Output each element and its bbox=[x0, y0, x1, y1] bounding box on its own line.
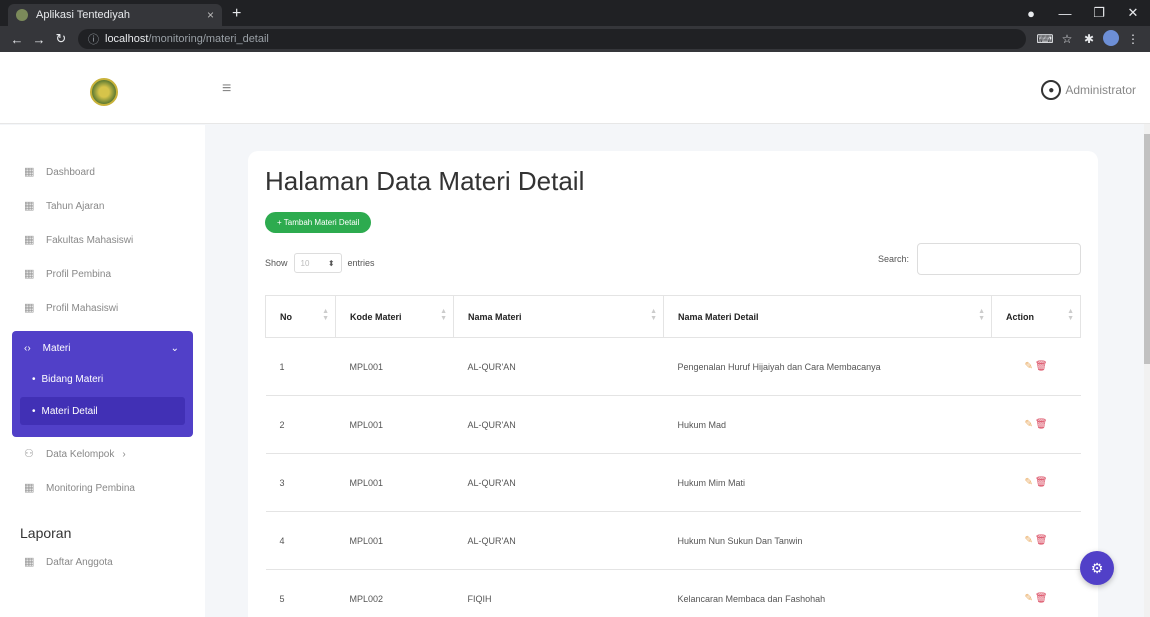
grid-icon: ▦ bbox=[24, 200, 35, 212]
user-avatar-icon: ● bbox=[1041, 80, 1062, 100]
table-row: 5 MPL002 FIQIH Kelancaran Membaca dan Fa… bbox=[265, 569, 1081, 617]
add-materi-detail-button[interactable]: + Tambah Materi Detail bbox=[265, 212, 372, 233]
sidebar-item-profil-mahasiswi[interactable]: ▦ Profil Mahasiswi bbox=[0, 291, 205, 325]
trash-icon[interactable]: 🗑 bbox=[1035, 593, 1048, 604]
grid-icon: ▦ bbox=[24, 302, 35, 314]
sidebar-item-dashboard[interactable]: ▦ Dashboard bbox=[0, 155, 205, 189]
sort-icon: ▲ ▼ bbox=[322, 308, 329, 322]
sidebar: ▦ Dashboard ▦ Tahun Ajaran ▦ Fakultas Ma… bbox=[0, 125, 205, 617]
entries-select[interactable]: 10 ⬍ bbox=[293, 253, 342, 273]
sidebar-item-tahun-ajaran[interactable]: ▦ Tahun Ajaran bbox=[0, 189, 205, 223]
page-scrollbar[interactable] bbox=[1144, 124, 1150, 617]
url-path: /monitoring/materi_detail bbox=[148, 33, 269, 45]
column-header-detail[interactable]: Nama Materi Detail ▲ ▼ bbox=[663, 295, 992, 338]
url-host: localhost bbox=[105, 33, 149, 45]
browser-extensions: ⌨ ☆ ✱ ⋮ bbox=[1034, 29, 1144, 49]
reload-icon[interactable]: ↻ bbox=[50, 31, 72, 47]
back-icon[interactable]: ← bbox=[6, 32, 28, 47]
app-logo bbox=[90, 78, 118, 106]
gear-icon: ⚙ bbox=[1090, 559, 1104, 576]
address-bar[interactable]: ⓘ localhost /monitoring/materi_detail bbox=[78, 29, 1026, 49]
sidebar-subitem-bidang-materi[interactable]: • Bidang Materi bbox=[20, 365, 185, 393]
edit-icon[interactable]: ✎ bbox=[1024, 593, 1032, 604]
materi-detail-table: No ▲ ▼ Kode Materi ▲ ▼ Nama Materi ▲ ▼ Nama Ma… bbox=[265, 295, 1081, 617]
table-header-row: No ▲ ▼ Kode Materi ▲ ▼ Nama Materi ▲ ▼ Nama Ma… bbox=[265, 295, 1081, 338]
tab-close-icon[interactable]: × bbox=[207, 8, 214, 22]
code-icon: ‹› bbox=[24, 342, 31, 354]
column-header-no[interactable]: No ▲ ▼ bbox=[265, 295, 336, 338]
edit-icon[interactable]: ✎ bbox=[1024, 535, 1032, 546]
content-card: Halaman Data Materi Detail + Tambah Mate… bbox=[248, 151, 1098, 617]
sort-icon: ▲ ▼ bbox=[440, 308, 447, 322]
site-info-icon[interactable]: ⓘ bbox=[88, 31, 99, 47]
translate-icon[interactable]: ⌨ bbox=[1034, 32, 1056, 46]
grid-icon: ▦ bbox=[24, 482, 35, 494]
browser-tab[interactable]: Aplikasi Tentediyah × bbox=[8, 4, 222, 26]
show-label: Show bbox=[265, 258, 288, 268]
new-tab-button[interactable]: + bbox=[232, 5, 241, 23]
grid-icon: ▦ bbox=[24, 556, 35, 568]
grid-icon: ▦ bbox=[24, 234, 35, 246]
search-input[interactable] bbox=[917, 243, 1081, 275]
window-controls: ● — ❐ ✕ bbox=[1014, 0, 1150, 26]
table-controls: Show 10 ⬍ entries Search: bbox=[265, 241, 1081, 281]
tab-title: Aplikasi Tentediyah bbox=[36, 9, 130, 21]
table-row: 2 MPL001 AL-QUR'AN Hukum Mad ✎ 🗑 bbox=[265, 395, 1081, 454]
sidebar-section-title: Laporan bbox=[20, 525, 72, 541]
chevron-right-icon: › bbox=[122, 448, 126, 460]
grid-icon: ▦ bbox=[24, 166, 35, 178]
chevron-down-icon: ⌄ bbox=[170, 342, 179, 354]
maximize-icon[interactable]: ❐ bbox=[1082, 5, 1116, 21]
extensions-icon[interactable]: ✱ bbox=[1078, 32, 1100, 46]
user-menu[interactable]: ● Administrator bbox=[1041, 80, 1136, 100]
table-row: 1 MPL001 AL-QUR'AN Pengenalan Huruf Hija… bbox=[265, 337, 1081, 396]
forward-icon[interactable]: → bbox=[28, 32, 50, 47]
minimize-icon[interactable]: — bbox=[1048, 6, 1082, 21]
bookmark-star-icon[interactable]: ☆ bbox=[1056, 32, 1078, 46]
user-name: Administrator bbox=[1065, 83, 1136, 97]
select-caret-icon: ⬍ bbox=[327, 258, 335, 268]
edit-icon[interactable]: ✎ bbox=[1024, 477, 1032, 488]
sort-icon: ▲ ▼ bbox=[650, 308, 657, 322]
column-header-nama[interactable]: Nama Materi ▲ ▼ bbox=[453, 295, 664, 338]
profile-avatar[interactable] bbox=[1100, 29, 1122, 49]
column-header-action[interactable]: Action ▲ ▼ bbox=[991, 295, 1081, 338]
trash-icon[interactable]: 🗑 bbox=[1035, 361, 1048, 372]
sidebar-item-materi[interactable]: ‹› Materi ⌄ bbox=[12, 331, 193, 365]
users-icon: ⚇ bbox=[24, 448, 34, 460]
edit-icon[interactable]: ✎ bbox=[1024, 361, 1032, 372]
sort-icon: ▲ ▼ bbox=[978, 308, 985, 322]
trash-icon[interactable]: 🗑 bbox=[1035, 477, 1048, 488]
sidebar-group-materi: ‹› Materi ⌄ • Bidang Materi • Materi Det… bbox=[12, 331, 193, 437]
sidebar-item-profil-pembina[interactable]: ▦ Profil Pembina bbox=[0, 257, 205, 291]
edit-icon[interactable]: ✎ bbox=[1024, 419, 1032, 430]
column-header-kode[interactable]: Kode Materi ▲ ▼ bbox=[335, 295, 454, 338]
table-row: 3 MPL001 AL-QUR'AN Hukum Mim Mati ✎ 🗑 bbox=[265, 453, 1081, 512]
browser-menu-icon[interactable]: ● bbox=[1014, 6, 1048, 21]
table-search: Search: bbox=[878, 243, 1081, 275]
browser-more-icon[interactable]: ⋮ bbox=[1122, 32, 1144, 46]
sidebar-item-fakultas[interactable]: ▦ Fakultas Mahasiswi bbox=[0, 223, 205, 257]
sort-icon: ▲ ▼ bbox=[1067, 308, 1074, 322]
sidebar-subitem-materi-detail[interactable]: • Materi Detail bbox=[20, 397, 185, 425]
table-row: 4 MPL001 AL-QUR'AN Hukum Nun Sukun Dan T… bbox=[265, 511, 1081, 570]
search-label: Search: bbox=[877, 254, 909, 264]
browser-titlebar: Aplikasi Tentediyah × + ● — ❐ ✕ bbox=[0, 0, 1150, 26]
entries-length-control: Show 10 ⬍ entries bbox=[265, 253, 375, 273]
hamburger-menu-icon[interactable]: ≡ bbox=[222, 80, 231, 98]
sidebar-item-daftar-anggota[interactable]: ▦ Daftar Anggota bbox=[0, 545, 205, 579]
trash-icon[interactable]: 🗑 bbox=[1035, 419, 1048, 430]
sidebar-item-monitoring[interactable]: ▦ Monitoring Pembina bbox=[0, 471, 205, 505]
app-header: ≡ ● Administrator bbox=[0, 52, 1150, 124]
close-window-icon[interactable]: ✕ bbox=[1116, 5, 1150, 21]
settings-fab-button[interactable]: ⚙ bbox=[1080, 551, 1114, 585]
page-title: Halaman Data Materi Detail bbox=[265, 166, 585, 196]
sidebar-item-data-kelompok[interactable]: ⚇ Data Kelompok › bbox=[0, 437, 205, 471]
favicon-icon bbox=[16, 9, 28, 21]
browser-toolbar: ← → ↻ ⓘ localhost /monitoring/materi_det… bbox=[0, 26, 1150, 52]
trash-icon[interactable]: 🗑 bbox=[1035, 535, 1048, 546]
entries-label: entries bbox=[347, 258, 375, 268]
scrollbar-thumb[interactable] bbox=[1144, 134, 1150, 364]
grid-icon: ▦ bbox=[24, 268, 35, 280]
